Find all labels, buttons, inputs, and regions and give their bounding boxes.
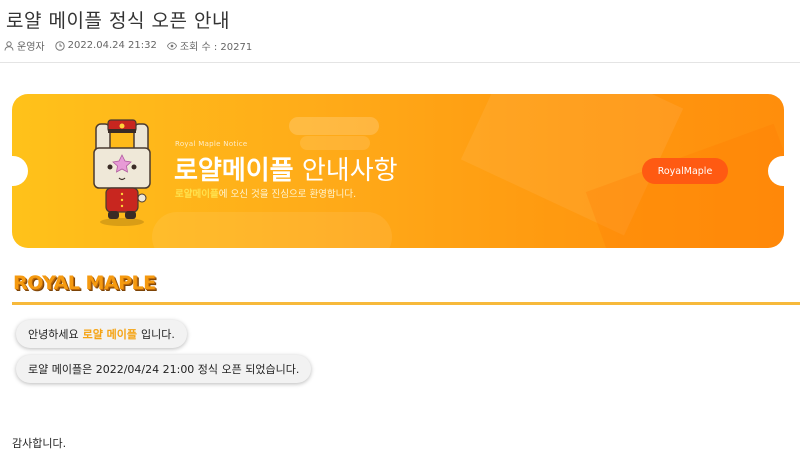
message-bubble: 안녕하세요 로얄 메이플 입니다. — [16, 320, 187, 348]
author-name: 운영자 — [17, 42, 45, 53]
banner-title: 로얄메이플 안내사항 — [174, 150, 398, 187]
banner-decoration — [289, 117, 379, 135]
message-text: 로얄 메이플은 2022/04/24 21:00 정식 오픈 되었습니다. — [28, 363, 300, 376]
banner-subtitle: Royal Maple Notice — [175, 140, 248, 148]
banner-desc-highlight: 로얄메이플 — [175, 189, 219, 200]
ticket-notch-left — [12, 156, 28, 186]
views-info: 조회 수 : 20271 — [166, 38, 253, 53]
post-title: 로얄 메이플 정식 오픈 안내 — [6, 10, 230, 32]
section-underline — [12, 302, 800, 305]
clock-icon — [54, 40, 65, 51]
section-heading: ROYAL MAPLE — [13, 272, 156, 294]
message-bubble: 로얄 메이플은 2022/04/24 21:00 정식 오픈 되었습니다. — [16, 355, 312, 383]
message-text: 입니다. — [141, 328, 175, 341]
banner-title-brand: 로얄메이플 — [174, 156, 294, 186]
message-text: 안녕하세요 — [28, 328, 79, 341]
banner-decoration — [152, 212, 392, 248]
banner-decoration — [300, 136, 370, 150]
banner-description: 로얄메이플에 오신 것을 진심으로 환영합니다. — [175, 186, 356, 200]
header-divider — [0, 62, 800, 63]
banner-desc-rest: 에 오신 것을 진심으로 환영합니다. — [218, 189, 357, 200]
notice-banner: Royal Maple Notice 로얄메이플 안내사항 로얄메이플에 오신 … — [12, 94, 784, 248]
eye-icon — [166, 41, 177, 50]
author-info[interactable]: 운영자 — [4, 38, 45, 53]
message-highlight: 로얄 메이플 — [82, 328, 138, 341]
user-icon — [4, 40, 14, 51]
bunny-mascot-image — [93, 119, 151, 226]
banner-title-rest: 안내사항 — [301, 156, 398, 186]
post-datetime: 2022.04.24 21:32 — [67, 40, 157, 51]
datetime-info: 2022.04.24 21:32 — [54, 40, 157, 51]
royalmaple-button[interactable]: RoyalMaple — [642, 158, 728, 184]
closing-text: 감사합니다. — [12, 437, 67, 450]
post-meta: 운영자 2022.04.24 21:32 조회 수 : 20271 — [4, 38, 262, 53]
view-count: 조회 수 : 20271 — [179, 42, 253, 53]
